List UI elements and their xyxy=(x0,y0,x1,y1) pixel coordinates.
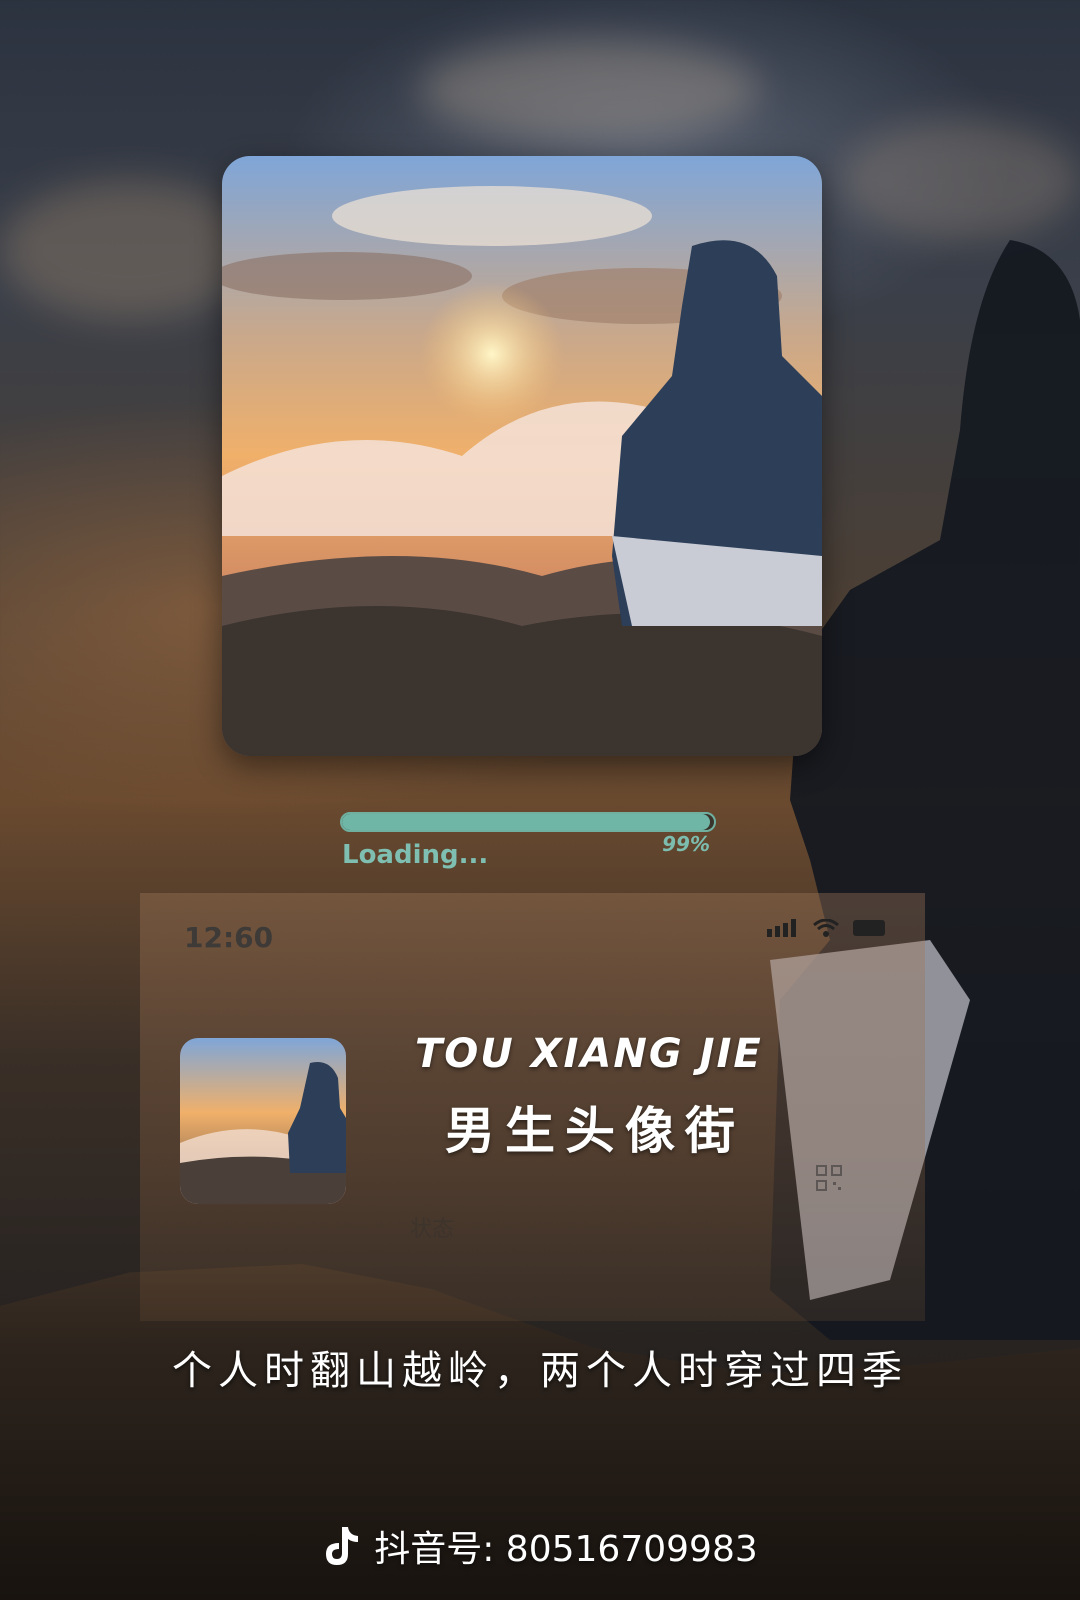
bg-cloud xyxy=(0,180,260,320)
footer: 抖音号: 80516709983 xyxy=(0,1520,1080,1572)
brand-name-en: TOU XIANG JIE xyxy=(415,1031,763,1077)
tiktok-icon xyxy=(326,1527,359,1565)
status-label: 状态 xyxy=(410,1217,455,1242)
wifi-icon xyxy=(813,919,839,937)
brand-name-cn: 男生头像街 xyxy=(445,1101,745,1160)
bg-cloud xyxy=(420,40,760,140)
battery-icon xyxy=(853,920,885,936)
qr-code-icon[interactable] xyxy=(816,1165,842,1191)
loading-label: Loading... xyxy=(342,840,489,870)
progress-fill xyxy=(342,814,711,830)
progress-bar xyxy=(340,812,716,832)
status-time: 12:60 xyxy=(184,921,274,954)
hero-image xyxy=(222,156,822,756)
status-icons xyxy=(767,919,885,937)
signal-icon xyxy=(767,919,796,937)
douyin-id: 抖音号: 80516709983 xyxy=(374,1529,758,1570)
bg-cloud xyxy=(840,120,1080,240)
progress-percent: 99% xyxy=(662,832,710,856)
loading-indicator: 99% Loading... xyxy=(340,812,716,870)
profile-panel: 12:60 TOU XIANG JIE 男生头像街 状态 xyxy=(140,893,925,1321)
avatar[interactable] xyxy=(180,1038,346,1204)
caption: 个人时翻山越岭，两个人时穿过四季 xyxy=(172,1348,908,1394)
